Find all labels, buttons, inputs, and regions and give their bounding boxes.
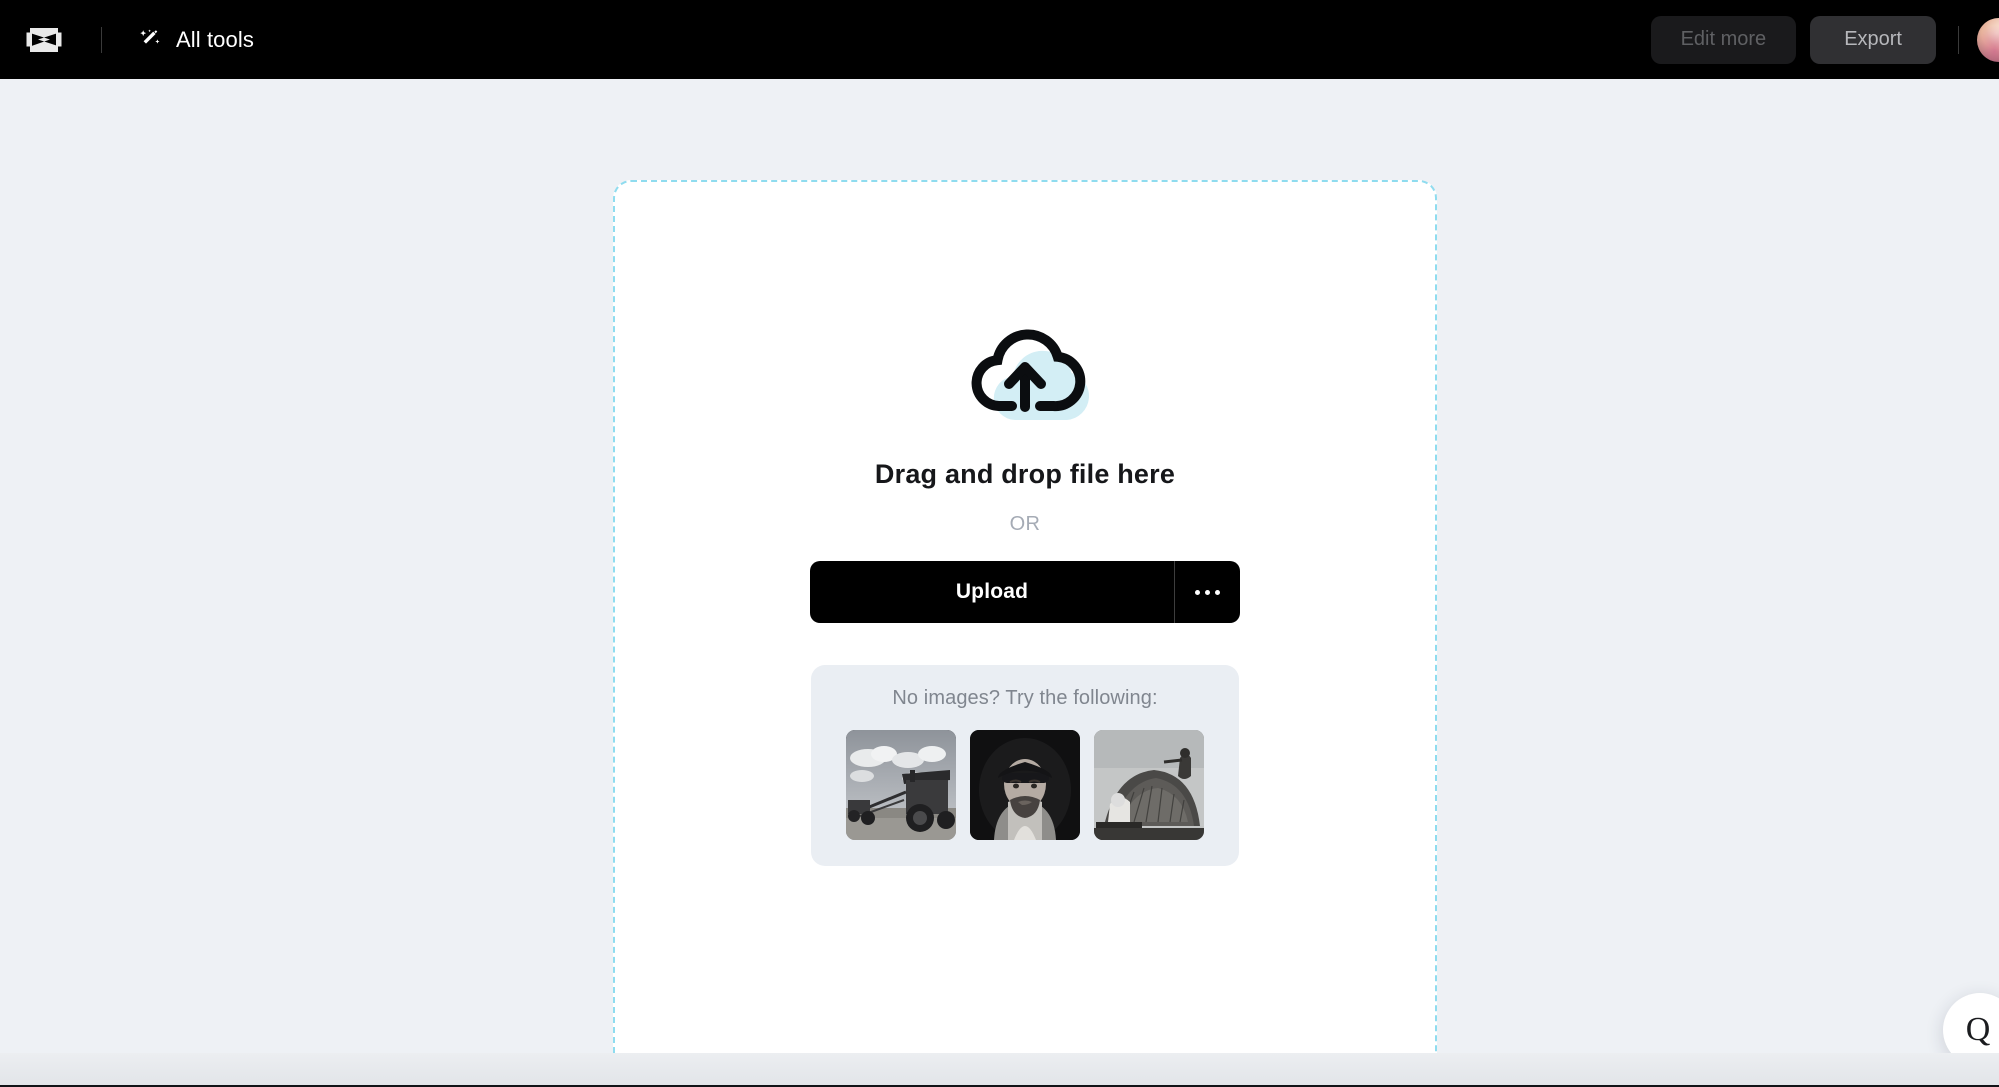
top-bar: All tools Edit more Export: [0, 0, 1999, 79]
file-dropzone[interactable]: Drag and drop file here OR Upload No ima…: [613, 180, 1437, 1082]
capcut-logo-icon[interactable]: [24, 20, 64, 60]
dropzone-title: Drag and drop file here: [874, 459, 1176, 489]
upload-button-group[interactable]: Upload: [810, 561, 1240, 623]
sample-images-row: [846, 730, 1204, 840]
magic-wand-icon: [138, 27, 164, 53]
export-button[interactable]: Export: [1810, 15, 1936, 64]
header-actions: Edit more Export: [1650, 0, 1999, 79]
sample-image-portrait-man[interactable]: [970, 730, 1080, 840]
all-tools-label: All tools: [176, 26, 254, 52]
header-divider-right: [1958, 25, 1959, 54]
dropzone-or-label: OR: [1009, 513, 1041, 535]
sample-image-farm-machine[interactable]: [846, 730, 956, 840]
header-divider-left: [101, 26, 102, 53]
help-glyph: Q: [1965, 1011, 1991, 1048]
cloud-upload-icon: [955, 312, 1095, 432]
sample-images-title: No images? Try the following:: [892, 687, 1158, 709]
sample-images-panel: No images? Try the following:: [811, 665, 1239, 866]
all-tools-button[interactable]: All tools: [138, 27, 254, 53]
upload-button[interactable]: Upload: [810, 561, 1174, 623]
sample-image-haystack[interactable]: [1094, 730, 1204, 840]
window-bottom-strip: [0, 1053, 1999, 1087]
edit-more-button[interactable]: Edit more: [1650, 15, 1797, 64]
ellipsis-icon[interactable]: [1175, 561, 1240, 623]
avatar[interactable]: [1977, 17, 1999, 62]
main-content: Drag and drop file here OR Upload No ima…: [0, 79, 1999, 1087]
